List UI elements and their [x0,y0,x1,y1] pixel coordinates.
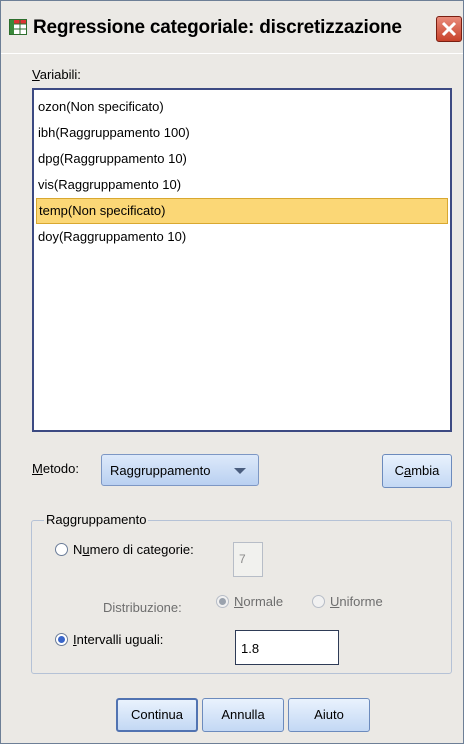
num-categories-field[interactable]: 7 [233,542,263,577]
distribution-label: Distribuzione: [103,600,182,615]
variable-item-dpg[interactable]: dpg(Raggruppamento 10) [36,146,448,172]
variable-item-ibh[interactable]: ibh(Raggruppamento 100) [36,120,448,146]
close-button[interactable] [436,16,462,42]
method-dropdown[interactable]: Raggruppamento [101,454,259,486]
num-categories-radio[interactable] [55,543,68,556]
equal-intervals-label: Intervalli uguali: [73,632,164,647]
normal-label: Normale [234,594,284,609]
variables-label: Variabili: [32,67,81,82]
equal-intervals-radio[interactable] [55,633,68,646]
dialog-window: Regressione categoriale: discretizzazion… [0,0,464,744]
equal-intervals-field[interactable]: 1.8 [235,630,339,665]
cancel-button[interactable]: Annulla [202,698,284,732]
num-categories-label: Numero di categorie: [73,542,194,557]
variable-item-temp[interactable]: temp(Non specificato) [36,198,448,224]
variables-list[interactable]: ozon(Non specificato) ibh(Raggruppamento… [32,88,452,432]
help-button[interactable]: Aiuto [288,698,370,732]
continue-button[interactable]: Continua [116,698,198,732]
variable-item-doy[interactable]: doy(Raggruppamento 10) [36,224,448,250]
chevron-down-icon [234,468,246,474]
method-dropdown-value: Raggruppamento [110,463,211,478]
title-bar[interactable]: Regressione categoriale: discretizzazion… [1,1,463,54]
variable-item-vis[interactable]: vis(Raggruppamento 10) [36,172,448,198]
window-title: Regressione categoriale: discretizzazion… [33,17,402,38]
grouping-legend: Raggruppamento [44,512,149,527]
method-label: Metodo: [32,461,79,476]
uniform-label: Uniforme [330,594,383,609]
change-button[interactable]: Cambia [382,454,452,488]
close-icon [441,21,457,37]
uniform-radio[interactable] [312,595,325,608]
data-grid-icon [9,19,27,35]
variable-item-ozon[interactable]: ozon(Non specificato) [36,94,448,120]
normal-radio[interactable] [216,595,229,608]
